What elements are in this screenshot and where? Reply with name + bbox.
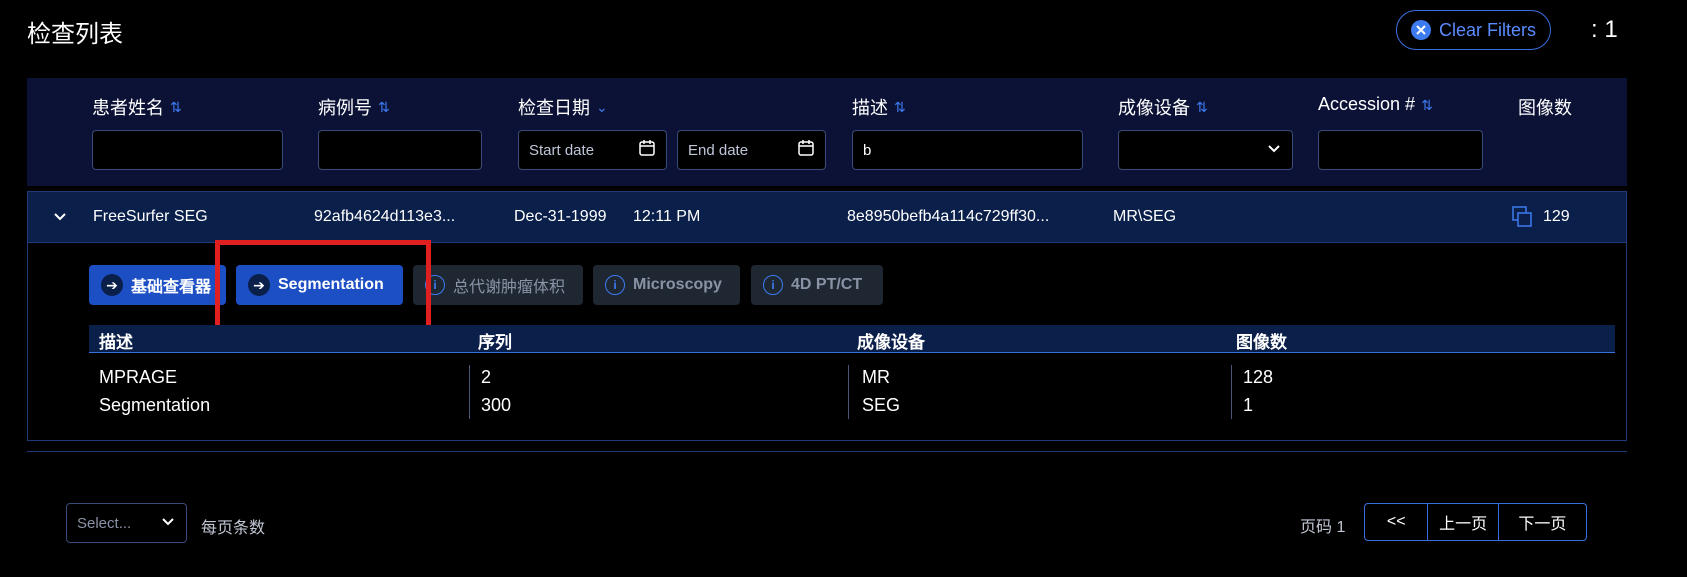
mode-button-basic-viewer[interactable]: ➔ 基础查看器	[89, 265, 226, 305]
column-label: 病例号	[318, 98, 372, 118]
sort-icon: ⇅	[170, 99, 182, 115]
series-header-series: 序列	[478, 333, 512, 352]
start-date-placeholder: Start date	[529, 141, 595, 159]
study-count: : 1	[1591, 16, 1618, 43]
page-number-label: 页码 1	[1300, 519, 1346, 536]
chevron-down-icon	[160, 513, 176, 533]
sort-icon: ⇅	[894, 99, 906, 115]
info-icon: i	[763, 275, 783, 295]
series-stack-icon	[1512, 206, 1532, 233]
previous-page-button[interactable]: 上一页	[1428, 504, 1499, 540]
series-instances: 128	[1243, 367, 1274, 387]
column-label: 图像数	[1518, 98, 1572, 118]
column-label: 患者姓名	[92, 98, 164, 118]
series-modality: MR	[862, 367, 890, 387]
series-table-header: 描述 序列 成像设备 图像数	[89, 325, 1615, 353]
study-date: Dec-31-1999	[514, 208, 607, 225]
sort-icon: ⇅	[1421, 96, 1433, 113]
study-mrn: 92afb4624d113e3...	[314, 208, 456, 225]
sort-descending-icon: ⌄	[596, 99, 608, 115]
series-number: 2	[481, 367, 492, 387]
chevron-down-icon[interactable]	[52, 209, 68, 230]
column-label: 检查日期	[518, 98, 590, 118]
calendar-icon	[797, 139, 815, 161]
modality-filter-select[interactable]	[1118, 130, 1293, 170]
series-description: Segmentation	[99, 395, 211, 415]
page-size-label: 每页条数	[201, 520, 266, 537]
pagination-controls: << 上一页 下一页	[1364, 503, 1587, 541]
patient-name-filter-input[interactable]	[92, 130, 283, 170]
column-divider	[469, 365, 470, 419]
sort-icon: ⇅	[378, 99, 390, 115]
column-header-description[interactable]: 描述 ⇅	[852, 94, 906, 120]
sort-icon: ⇅	[1196, 99, 1208, 115]
series-instances: 1	[1243, 395, 1254, 415]
mode-label: 4D PT/CT	[791, 276, 863, 293]
end-date-placeholder: End date	[688, 141, 749, 159]
column-header-instances: 图像数	[1518, 94, 1572, 120]
mode-button-tmtv[interactable]: i 总代谢肿瘤体积	[413, 265, 583, 305]
column-header-mrn[interactable]: 病例号 ⇅	[318, 94, 390, 120]
clear-filters-label: Clear Filters	[1438, 19, 1536, 40]
column-header-modality[interactable]: 成像设备 ⇅	[1118, 94, 1208, 120]
column-divider	[1231, 365, 1232, 419]
mode-label: 总代谢肿瘤体积	[453, 279, 566, 296]
mode-button-4d-pt-ct[interactable]: i 4D PT/CT	[751, 265, 883, 305]
mrn-filter-input[interactable]	[318, 130, 482, 170]
page-title: 检查列表	[27, 21, 123, 48]
arrow-right-icon: ➔	[101, 274, 123, 296]
study-instances: 129	[1543, 208, 1570, 225]
study-description: 8e8950befb4a114c729ff30...	[847, 208, 1050, 225]
column-header-study-date[interactable]: 检查日期 ⌄	[518, 94, 608, 120]
study-time: 12:11 PM	[633, 208, 701, 225]
column-divider	[848, 365, 849, 419]
clear-filters-button[interactable]: Clear Filters	[1396, 10, 1551, 50]
series-header-instances: 图像数	[1236, 333, 1287, 352]
series-modality: SEG	[862, 395, 901, 415]
start-date-input[interactable]: Start date	[518, 130, 667, 170]
mode-label: 基础查看器	[131, 279, 212, 296]
study-modality: MR\SEG	[1113, 208, 1177, 225]
next-page-button[interactable]: 下一页	[1499, 504, 1586, 540]
divider	[27, 451, 1627, 452]
column-label: 成像设备	[1118, 98, 1190, 118]
page-size-placeholder: Select...	[77, 514, 132, 532]
column-header-accession[interactable]: Accession # ⇅	[1318, 94, 1433, 115]
end-date-input[interactable]: End date	[677, 130, 826, 170]
column-label: Accession #	[1318, 94, 1416, 114]
series-header-modality: 成像设备	[857, 333, 925, 352]
study-row[interactable]	[27, 191, 1627, 243]
mode-button-microscopy[interactable]: i Microscopy	[593, 265, 740, 305]
series-header-description: 描述	[99, 333, 133, 352]
page-size-select[interactable]: Select...	[66, 503, 187, 543]
column-header-patient-name[interactable]: 患者姓名 ⇅	[92, 94, 182, 120]
chevron-down-icon	[1266, 140, 1282, 160]
info-icon: i	[605, 275, 625, 295]
mode-label: Microscopy	[633, 276, 722, 293]
column-label: 描述	[852, 98, 888, 118]
series-number: 300	[481, 395, 512, 415]
accession-filter-input[interactable]	[1318, 130, 1483, 170]
series-description: MPRAGE	[99, 367, 178, 387]
description-filter-input[interactable]: b	[852, 130, 1083, 170]
study-patient-name: FreeSurfer SEG	[93, 208, 208, 225]
close-circle-icon	[1410, 20, 1431, 40]
calendar-icon	[638, 139, 656, 161]
first-page-button[interactable]: <<	[1365, 504, 1429, 540]
